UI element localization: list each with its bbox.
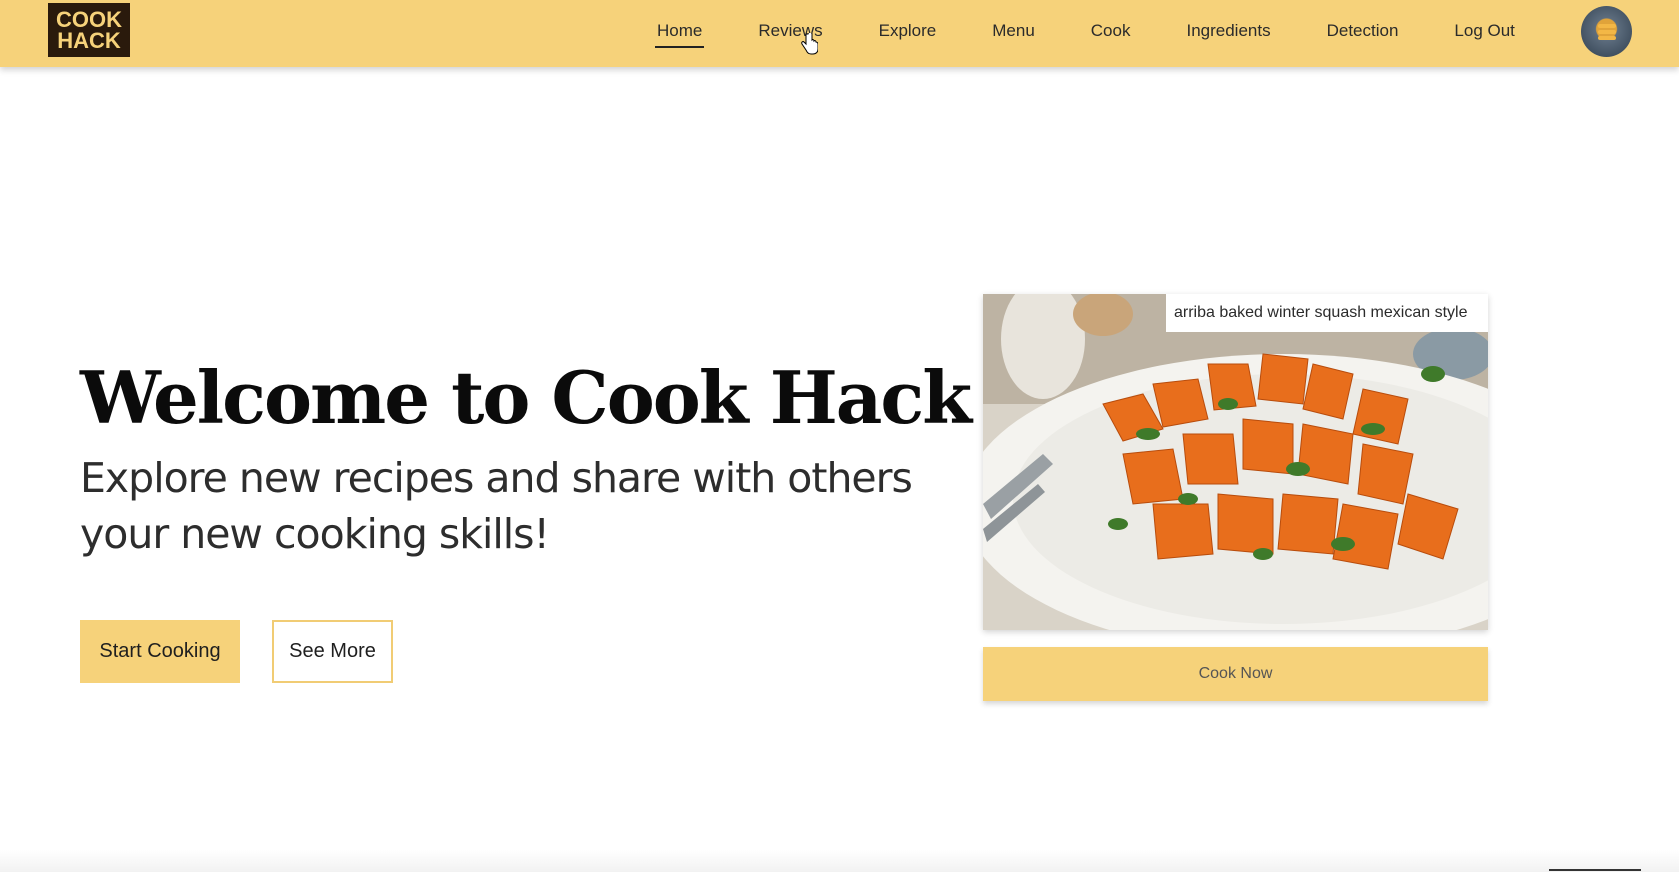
page: COOK HACK Home Reviews Explore Menu Cook… bbox=[0, 0, 1679, 872]
avatar-pancake-2 bbox=[1598, 30, 1616, 34]
avatar-pancake-1 bbox=[1598, 24, 1616, 28]
bottom-divider bbox=[1549, 869, 1641, 871]
recipe-caption: arriba baked winter squash mexican style bbox=[1166, 294, 1488, 332]
cook-hack-logo[interactable]: COOK HACK bbox=[48, 3, 130, 57]
top-navigation-bar: COOK HACK Home Reviews Explore Menu Cook… bbox=[0, 0, 1679, 67]
nav-ingredients[interactable]: Ingredients bbox=[1179, 0, 1277, 62]
logo-line-2: HACK bbox=[57, 28, 121, 53]
start-cooking-button[interactable]: Start Cooking bbox=[80, 620, 240, 683]
nav-home[interactable]: Home bbox=[650, 0, 709, 62]
nav-explore[interactable]: Explore bbox=[872, 0, 944, 62]
avatar-icon[interactable] bbox=[1581, 6, 1632, 57]
nav-detection[interactable]: Detection bbox=[1320, 0, 1406, 62]
hero-subtitle: Explore new recipes and share with other… bbox=[80, 450, 913, 562]
nav-cook[interactable]: Cook bbox=[1084, 0, 1138, 62]
squash-dish-illustration bbox=[983, 294, 1488, 630]
hero-subtitle-line-2: your new cooking skills! bbox=[80, 510, 550, 558]
recipe-image[interactable] bbox=[983, 294, 1488, 630]
page-bottom-edge bbox=[0, 850, 1679, 872]
logo-line-1: COOK bbox=[56, 7, 122, 32]
nav-logout[interactable]: Log Out bbox=[1447, 0, 1522, 62]
hero-title: Welcome to Cook Hack bbox=[80, 355, 972, 440]
hero-subtitle-line-1: Explore new recipes and share with other… bbox=[80, 454, 913, 502]
cook-now-button[interactable]: Cook Now bbox=[983, 647, 1488, 701]
hand-pointer-icon bbox=[801, 33, 818, 55]
nav-menu[interactable]: Menu bbox=[985, 0, 1042, 62]
avatar-pancake-3 bbox=[1598, 36, 1616, 40]
main-nav: Home Reviews Explore Menu Cook Ingredien… bbox=[650, 0, 1522, 62]
see-more-button[interactable]: See More bbox=[272, 620, 393, 683]
